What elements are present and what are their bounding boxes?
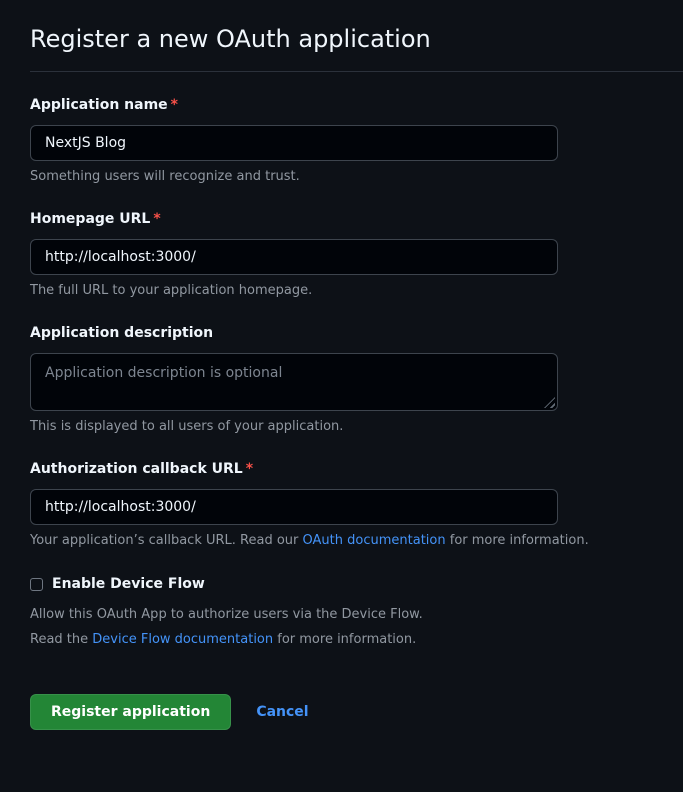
application-name-label: Application name* [30,97,653,114]
enable-device-flow-label[interactable]: Enable Device Flow [52,575,205,593]
application-description-wrap [30,353,558,411]
callback-url-label: Authorization callback URL* [30,461,653,478]
oauth-documentation-link[interactable]: OAuth documentation [303,533,446,548]
main-content: Application name* Something users will r… [0,72,683,730]
application-name-label-text: Application name [30,97,168,113]
page-header: Register a new OAuth application [30,24,683,72]
homepage-url-group: Homepage URL* The full URL to your appli… [30,211,653,299]
enable-device-flow-checkbox[interactable] [30,578,43,591]
device-flow-note-line2: Read the Device Flow documentation for m… [30,632,653,648]
required-asterisk: * [171,97,178,113]
application-name-group: Application name* Something users will r… [30,97,653,185]
required-asterisk: * [153,211,160,227]
application-name-note: Something users will recognize and trust… [30,169,653,185]
form-actions: Register application Cancel [30,694,653,730]
application-name-input[interactable] [30,125,558,161]
application-description-group: Application description This is displaye… [30,325,653,435]
callback-url-label-text: Authorization callback URL [30,461,243,477]
callback-url-group: Authorization callback URL* Your applica… [30,461,653,549]
homepage-url-input[interactable] [30,239,558,275]
cancel-link[interactable]: Cancel [256,704,308,720]
device-flow-checkbox-row: Enable Device Flow [30,575,653,593]
callback-url-note-suffix: for more information. [446,533,589,548]
application-description-label-text: Application description [30,325,213,341]
application-description-label: Application description [30,325,653,342]
oauth-app-form: Application name* Something users will r… [30,97,653,730]
device-flow-note-line1: Allow this OAuth App to authorize users … [30,607,653,623]
register-application-button[interactable]: Register application [30,694,231,730]
callback-url-note-prefix: Your application’s callback URL. Read ou… [30,533,303,548]
callback-url-input[interactable] [30,489,558,525]
device-flow-group: Enable Device Flow Allow this OAuth App … [30,575,653,648]
callback-url-note: Your application’s callback URL. Read ou… [30,533,653,549]
homepage-url-label-text: Homepage URL [30,211,150,227]
homepage-url-label: Homepage URL* [30,211,653,228]
homepage-url-note: The full URL to your application homepag… [30,283,653,299]
device-flow-note-suffix: for more information. [273,632,416,647]
device-flow-note-prefix: Read the [30,632,92,647]
application-description-textarea[interactable] [30,353,558,411]
required-asterisk: * [246,461,253,477]
application-description-note: This is displayed to all users of your a… [30,419,653,435]
device-flow-documentation-link[interactable]: Device Flow documentation [92,632,273,647]
page-title: Register a new OAuth application [30,24,683,54]
